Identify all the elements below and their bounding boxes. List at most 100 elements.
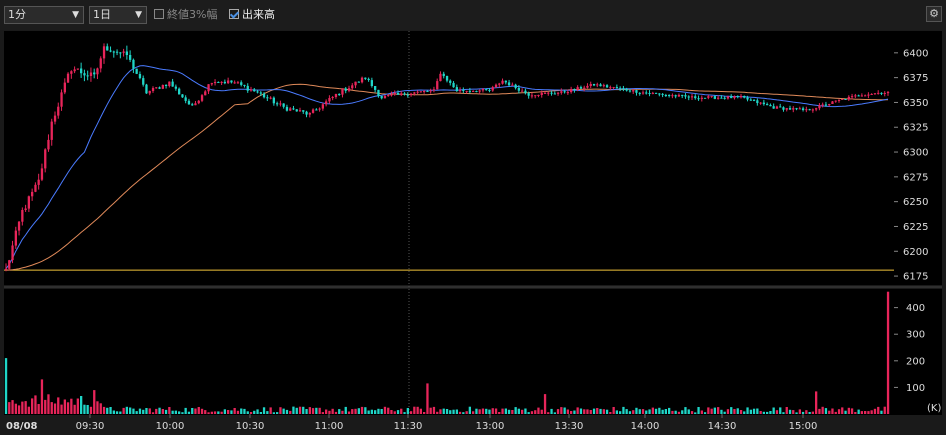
candle-body xyxy=(828,104,831,106)
candle-body xyxy=(396,93,400,95)
candle-body xyxy=(654,92,658,94)
candle-body xyxy=(556,92,560,94)
candle-body xyxy=(570,89,573,93)
candle-body xyxy=(485,89,488,91)
candle-body xyxy=(37,179,40,185)
candle-body xyxy=(11,245,14,261)
volume-bar xyxy=(586,409,589,414)
volume-bar xyxy=(668,407,671,414)
volume-bar xyxy=(847,407,850,414)
volume-bar xyxy=(125,406,128,414)
volume-bar xyxy=(328,410,331,414)
candle-body xyxy=(253,89,256,92)
volume-bar xyxy=(527,412,530,414)
volume-bar xyxy=(269,407,272,414)
volume-bar xyxy=(703,412,707,414)
volume-bar xyxy=(380,409,383,414)
volume-bar xyxy=(436,411,439,414)
price-tick-label: 6200 xyxy=(903,247,928,258)
candle-body xyxy=(289,108,292,111)
candle-body xyxy=(658,93,661,95)
candle-body xyxy=(44,149,47,169)
candle-body xyxy=(641,92,645,94)
volume-bar xyxy=(416,406,419,414)
candle-body xyxy=(276,103,279,105)
candle-body xyxy=(370,80,373,86)
candle-body xyxy=(619,88,622,90)
volume-bar xyxy=(792,410,795,414)
volume-bar xyxy=(390,410,393,414)
volume-bar xyxy=(148,408,151,414)
volume-bar xyxy=(439,409,442,414)
volume-bar xyxy=(331,408,334,414)
volume-bar xyxy=(850,408,854,414)
volume-bar xyxy=(60,404,63,414)
candle-body xyxy=(785,108,788,110)
candle-body xyxy=(200,95,204,101)
volume-bar xyxy=(700,410,703,414)
volume-bar xyxy=(717,407,720,414)
candle-body xyxy=(168,81,171,86)
candle-body xyxy=(883,93,886,94)
volume-bar xyxy=(749,409,752,414)
candle-body xyxy=(468,90,471,92)
candle-body xyxy=(632,90,635,92)
volume-bar xyxy=(834,411,837,414)
candle-body xyxy=(553,93,556,95)
volume-bar xyxy=(256,409,259,414)
volume-bar xyxy=(164,409,168,414)
volume-bar xyxy=(873,408,877,414)
candle-body xyxy=(393,93,396,95)
candle-body xyxy=(664,95,667,96)
volume-bar xyxy=(831,408,834,414)
volume-bar xyxy=(83,404,86,414)
candle-body xyxy=(99,58,102,69)
volume-bar xyxy=(818,408,821,414)
candle-body xyxy=(615,87,618,89)
time-tick-label: 11:30 xyxy=(394,421,423,432)
candle-body xyxy=(93,72,96,75)
candle-body xyxy=(109,50,112,52)
candle-body xyxy=(66,73,70,83)
candle-body xyxy=(334,94,338,97)
candle-body xyxy=(779,106,782,108)
volume-bar xyxy=(207,412,210,414)
candle-body xyxy=(279,103,282,105)
volume-bar xyxy=(573,410,576,414)
volume-bar xyxy=(596,408,599,414)
volume-bar xyxy=(282,408,285,414)
volume-bar xyxy=(566,409,569,414)
candle-body xyxy=(328,98,331,102)
candle-body xyxy=(272,97,275,104)
candle-body xyxy=(717,97,720,99)
volume-bar xyxy=(785,407,788,414)
volume-bar xyxy=(821,406,824,414)
volume-bar xyxy=(458,411,462,414)
candle-body xyxy=(599,84,602,87)
volume-bar xyxy=(21,401,24,414)
candle-body xyxy=(125,51,128,55)
volume-bar xyxy=(687,409,690,414)
candle-body xyxy=(811,109,814,111)
volume-bar xyxy=(462,412,465,414)
volume-bar xyxy=(488,409,491,414)
candle-body xyxy=(540,92,543,95)
date-label: 08/08 xyxy=(6,421,38,432)
volume-bar xyxy=(615,410,618,414)
volume-bar xyxy=(194,408,197,414)
time-tick-label: 13:30 xyxy=(555,421,584,432)
volume-bar xyxy=(351,409,354,414)
volume-bar xyxy=(213,411,217,414)
volume-bar xyxy=(57,397,60,414)
volume-bar xyxy=(726,409,730,414)
volume-bar xyxy=(867,411,870,414)
volume-bar xyxy=(400,408,403,414)
candle-body xyxy=(161,85,164,89)
volume-bar xyxy=(14,403,17,414)
candle-body xyxy=(24,208,27,210)
volume-bar xyxy=(694,412,697,414)
candle-body xyxy=(543,92,547,94)
candle-body xyxy=(521,90,524,92)
candle-body xyxy=(801,108,805,110)
volume-bar xyxy=(151,412,155,414)
